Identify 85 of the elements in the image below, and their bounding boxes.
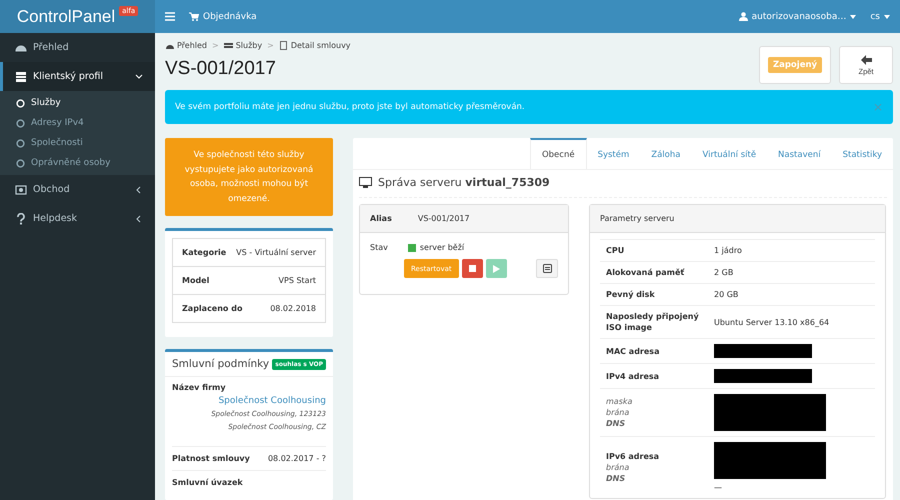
field-value: 20 GB xyxy=(714,289,740,300)
question-icon xyxy=(15,212,27,224)
field-value: 1 jádro xyxy=(714,245,743,256)
sidebar-item[interactable]: Helpdesk xyxy=(0,204,155,233)
card-title: Smluvní podmínky xyxy=(172,358,270,370)
page-title: VS-001/2017 xyxy=(165,58,277,80)
field-value: Ubuntu Server 13.10 x86_64 xyxy=(714,316,830,328)
field-label: Pevný disk xyxy=(606,289,656,300)
field-value: 08.02.2017 - ? xyxy=(268,454,326,463)
breadcrumb-separator: > xyxy=(212,41,219,50)
submenu-item[interactable]: Adresy IPv4 xyxy=(0,113,155,133)
field-label: brána xyxy=(606,462,630,473)
field-label: MAC adresa xyxy=(606,346,660,356)
field-label: IPv6 adresa xyxy=(606,451,660,462)
chevron-down-icon[interactable] xyxy=(135,72,143,80)
field-label: IPv4 adresa xyxy=(606,370,660,382)
box-title: Parametry serveru xyxy=(600,214,674,223)
caret-icon xyxy=(884,14,890,18)
field-label: Stav xyxy=(370,243,388,252)
chevron-left-icon[interactable] xyxy=(135,214,143,222)
money-icon xyxy=(15,184,27,196)
console-button[interactable] xyxy=(536,259,558,278)
user-menu[interactable]: autorizovanaosoba… xyxy=(738,12,856,22)
field-label: DNS xyxy=(606,418,626,429)
circle-icon xyxy=(16,118,25,128)
info-value: VS - Virtuální server xyxy=(236,248,316,257)
order-link[interactable]: Objednávka xyxy=(189,12,257,22)
field-label: Alokovaná paměť xyxy=(606,267,686,278)
menu-icon[interactable] xyxy=(165,12,175,21)
status-label: Zapojený xyxy=(768,57,822,73)
tab[interactable]: Statistiky xyxy=(832,138,893,169)
logo-text[interactable]: ControlPanel xyxy=(16,6,116,26)
section-heading: Správa serveru virtual_75309 xyxy=(378,176,550,189)
arrow-left-icon xyxy=(860,54,872,64)
circle-icon xyxy=(16,158,25,168)
terminal-icon xyxy=(542,264,552,273)
sidebar-item[interactable]: Obchod xyxy=(0,175,155,204)
sidebar-item[interactable]: Přehled xyxy=(0,33,155,62)
field-label: Platnost smlouvy xyxy=(172,454,250,463)
info-label: Zaplaceno do xyxy=(182,304,242,313)
info-label: Model xyxy=(182,276,210,285)
tab[interactable]: Systém xyxy=(586,138,640,169)
info-value: VPS Start xyxy=(278,276,316,285)
field-value: 2 GB xyxy=(714,267,734,278)
submenu-item[interactable]: Společnosti xyxy=(0,133,155,153)
server-list-icon xyxy=(15,70,27,82)
info-value: 08.02.2018 xyxy=(270,304,316,313)
stop-button[interactable] xyxy=(462,259,483,278)
submenu-item[interactable]: Oprávněné osoby xyxy=(0,153,155,173)
caret-icon xyxy=(850,14,856,18)
tab[interactable]: Nastavení xyxy=(767,138,832,169)
monitor-icon xyxy=(359,177,372,188)
tab[interactable]: Obecné xyxy=(530,138,587,169)
cart-icon xyxy=(189,12,199,21)
company-link[interactable]: Společnost Coolhousing xyxy=(218,396,326,406)
field-label: Název firmy xyxy=(172,383,227,392)
play-icon xyxy=(492,264,500,272)
info-label: Kategorie xyxy=(182,248,226,257)
language-menu[interactable]: cs xyxy=(870,12,890,22)
field-label: Smluvní úvazek xyxy=(172,478,243,487)
document-icon xyxy=(278,41,288,50)
status-text: server běží xyxy=(420,243,464,252)
circle-icon xyxy=(16,98,25,108)
field-value: VS-001/2017 xyxy=(418,214,470,223)
field-label: Naposledy připojený ISO image xyxy=(606,311,700,333)
sidebar-item[interactable]: Klientský profil xyxy=(0,62,155,91)
circle-icon xyxy=(16,138,25,148)
alert-message: Ve svém portfoliu máte jen jednu službu, proto jste byl automaticky přesměrován. xyxy=(175,102,526,112)
field-label: CPU xyxy=(606,245,626,256)
submenu-item[interactable]: Služby xyxy=(0,93,155,113)
tab[interactable]: Záloha xyxy=(640,138,692,169)
field-value: — xyxy=(714,482,723,493)
field-label: brána xyxy=(606,407,630,418)
breadcrumb-separator: > xyxy=(267,41,274,50)
stop-icon xyxy=(468,265,476,272)
chevron-left-icon[interactable] xyxy=(135,186,143,194)
field-label: DNS xyxy=(606,473,626,484)
server-list-icon xyxy=(224,41,233,50)
user-icon xyxy=(738,12,748,21)
breadcrumb-link[interactable]: Přehled xyxy=(165,41,208,50)
breadcrumb-link[interactable]: Služby xyxy=(224,41,262,50)
warning-notice: Ve společnosti této služby vystupujete jako autorizovaná osoba, možnosti mohou být omezené. xyxy=(165,138,333,216)
field-label: maska xyxy=(606,396,634,407)
tab[interactable]: Virtuální sítě xyxy=(691,138,768,169)
field-label: Alias xyxy=(370,214,392,223)
